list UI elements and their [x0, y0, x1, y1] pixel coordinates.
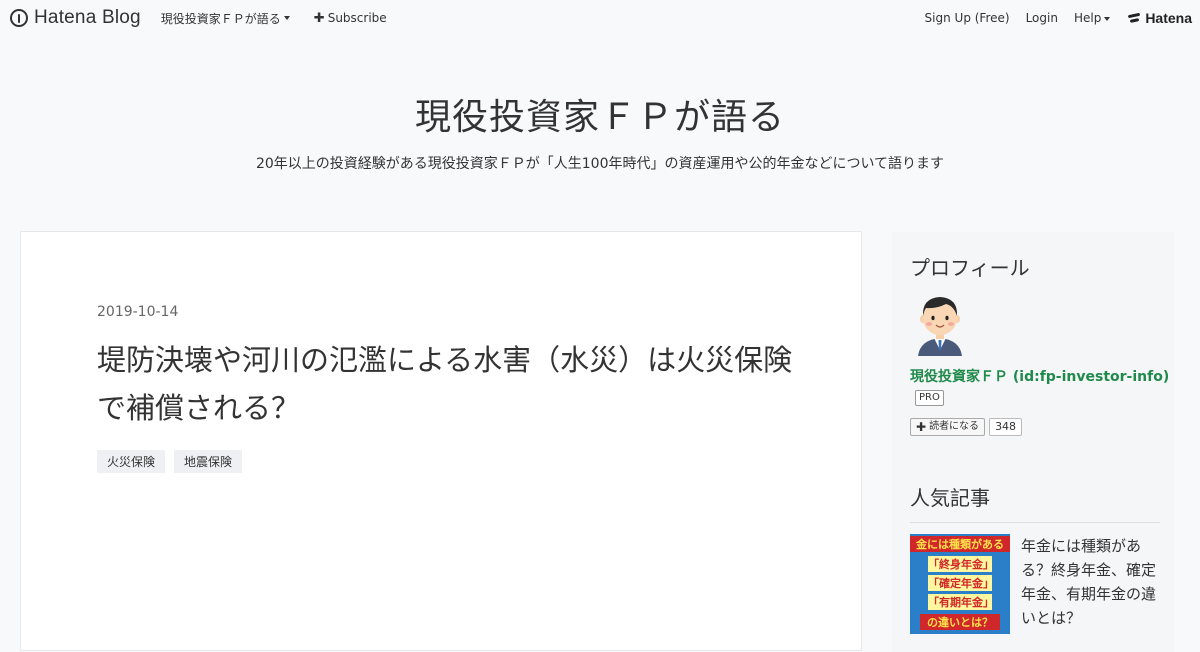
profile-avatar[interactable]	[912, 292, 968, 356]
entry-categories: 火災保険 地震保険	[97, 450, 251, 473]
hatena-mark-icon	[1128, 13, 1142, 23]
pro-badge: PRO	[915, 390, 944, 406]
reader-subscribe-button[interactable]: ✚ 読者になる 348	[910, 418, 1023, 436]
entry-title[interactable]: 堤防決壊や河川の氾濫による水害（水災）は火災保険で補償される？	[97, 336, 797, 432]
popular-entry-thumbnail[interactable]: 金には種類がある 「終身年金」 「確定年金」 「有期年金」 の違いとは？	[910, 534, 1010, 634]
login-link[interactable]: Login	[1026, 11, 1058, 25]
help-label: Help	[1073, 11, 1102, 25]
thumbnail-text: 「有期年金」	[928, 594, 994, 610]
popular-entry-title[interactable]: 年金には種類がある？終身年金、確定年金、有期年金の違いとは？	[1021, 534, 1161, 630]
subscribe-link[interactable]: ✚ Subscribe	[314, 11, 387, 26]
plus-icon: ✚	[916, 420, 927, 434]
hatena-blog-logo-icon	[10, 9, 28, 27]
popular-divider	[910, 522, 1160, 523]
blog-title[interactable]: 現役投資家ＦＰが語る	[0, 88, 1200, 140]
entry-date[interactable]: 2019-10-14	[97, 304, 178, 320]
thumbnail-text: 金には種類がある	[910, 536, 1010, 552]
blog-menu-label: 現役投資家ＦＰが語る	[160, 11, 281, 26]
subscribe-label: Subscribe	[327, 11, 387, 25]
category-tag[interactable]: 火災保険	[97, 450, 166, 473]
hatena-logo-text: Hatena	[1145, 10, 1192, 26]
blog-menu-dropdown[interactable]: 現役投資家ＦＰが語る	[161, 10, 290, 27]
reader-subscribe-label: 読者になる	[929, 421, 980, 432]
article-card: 2019-10-14 堤防決壊や河川の氾濫による水害（水災）は火災保険で補償され…	[20, 231, 862, 651]
signup-link[interactable]: Sign Up (Free)	[925, 11, 1010, 25]
blog-description: 20年以上の投資経験がある現役投資家ＦＰが「人生100年時代」の資産運用や公的年…	[255, 156, 945, 172]
thumbnail-text: の違いとは？	[920, 614, 1000, 630]
category-tag[interactable]: 地震保険	[174, 450, 243, 473]
hatena-blog-logo[interactable]: Hatena Blog	[10, 7, 141, 29]
thumbnail-text: 「終身年金」	[928, 556, 994, 572]
subscriber-count[interactable]: 348	[989, 418, 1023, 436]
profile-name-link[interactable]: 現役投資家ＦＰ (id:fp-investor-info)	[910, 366, 1169, 386]
reader-subscribe-main[interactable]: ✚ 読者になる	[910, 418, 986, 436]
plus-icon: ✚	[313, 10, 325, 26]
sidebar: プロフィール 現役投資家ＦＰ (id:fp-investor-info) PRO…	[892, 232, 1174, 652]
popular-module-title: 人気記事	[910, 486, 990, 510]
global-header: Hatena Blog 現役投資家ＦＰが語る ✚ Subscribe Sign …	[0, 0, 1200, 36]
hatena-logo[interactable]: Hatena	[1128, 10, 1192, 26]
profile-module-title: プロフィール	[910, 256, 1030, 280]
help-dropdown[interactable]: Help	[1073, 11, 1111, 25]
global-header-left: Hatena Blog 現役投資家ＦＰが語る ✚ Subscribe	[10, 7, 387, 29]
global-header-right: Sign Up (Free) Login Help Hatena	[909, 10, 1192, 26]
chevron-down-icon	[283, 16, 290, 20]
thumbnail-text: 「確定年金」	[928, 575, 994, 591]
hatena-blog-logo-text: Hatena Blog	[34, 7, 141, 28]
chevron-down-icon	[1104, 16, 1111, 21]
